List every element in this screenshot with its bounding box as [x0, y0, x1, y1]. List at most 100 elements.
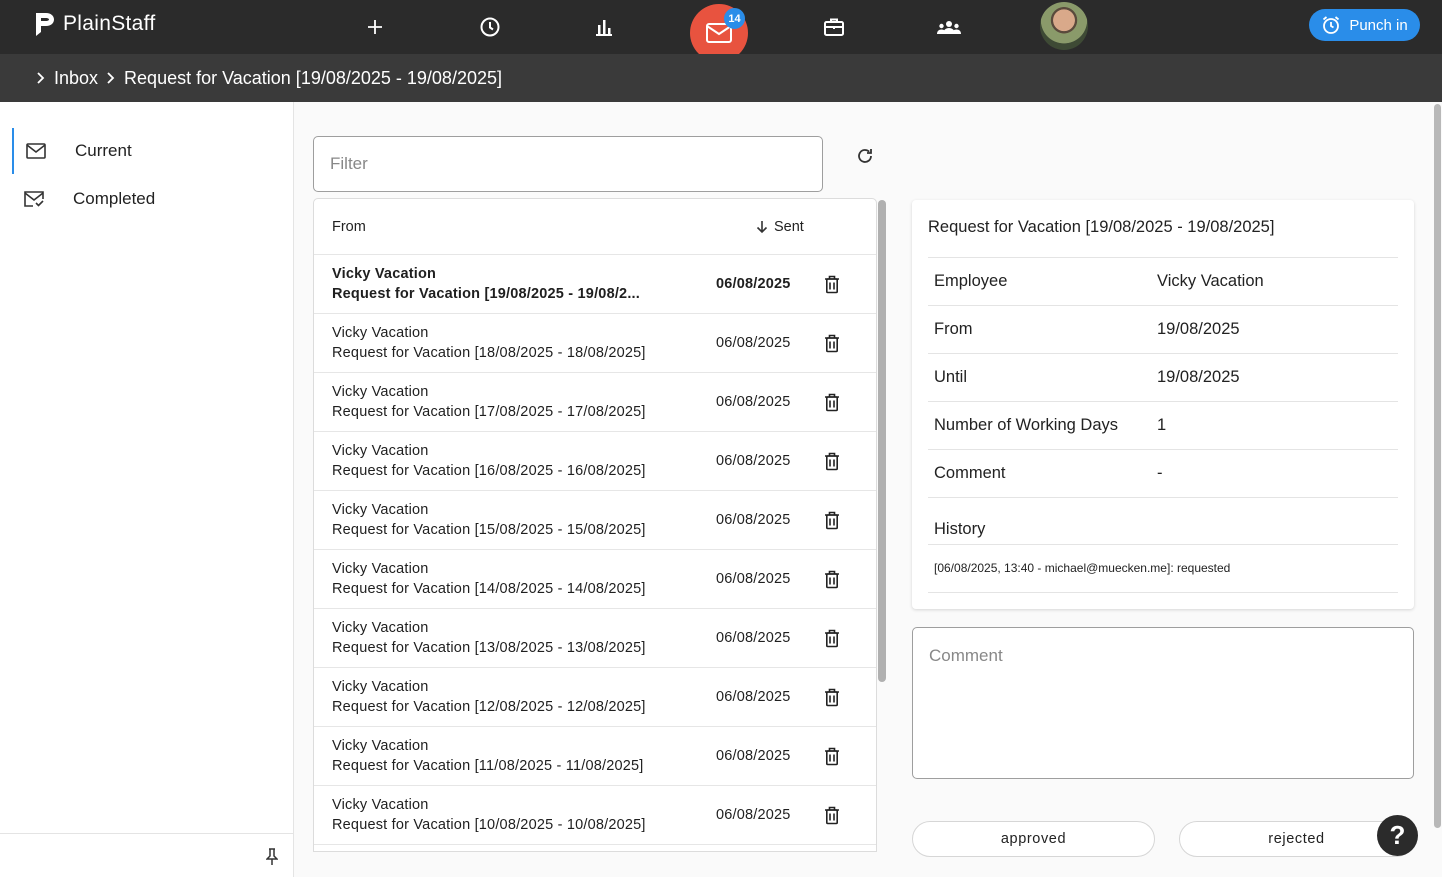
sidebar-footer	[0, 833, 294, 877]
top-navigation-bar: PlainStaff 14 Punch in	[0, 0, 1442, 74]
field-value: 1	[1157, 416, 1167, 434]
team-icon[interactable]	[934, 12, 964, 42]
table-row[interactable]: Vicky Vacation Request for Vacation [19/0…	[314, 255, 876, 314]
row-text: Vicky Vacation Request for Vacation [18/0…	[314, 323, 716, 363]
table-row[interactable]: Vicky Vacation Request for Vacation [11/0…	[314, 727, 876, 786]
field-label: Until	[934, 368, 968, 386]
app-logo[interactable]: PlainStaff	[33, 10, 156, 38]
row-text: Vicky Vacation Request for Vacation [14/0…	[314, 559, 716, 599]
envelope-check-icon	[22, 187, 46, 211]
punch-in-button[interactable]: Punch in	[1309, 9, 1420, 41]
table-row[interactable]: Vicky Vacation Request for Vacation [17/0…	[314, 373, 876, 432]
field-label: Number of Working Days	[934, 416, 1119, 434]
list-header: From Sent	[314, 199, 876, 255]
column-header-from[interactable]: From	[314, 219, 726, 235]
row-sender: Vicky Vacation	[332, 502, 429, 518]
sidebar: Current Completed	[0, 102, 294, 877]
comment-textarea[interactable]	[912, 627, 1414, 779]
trash-icon[interactable]	[816, 511, 876, 530]
row-subject: Request for Vacation [10/08/2025 - 10/08…	[332, 817, 646, 833]
history-entry: [06/08/2025, 13:40 - michael@muecken.me]…	[928, 544, 1398, 591]
field-label: Comment	[934, 464, 1006, 482]
row-subject: Request for Vacation [14/08/2025 - 14/08…	[332, 581, 646, 597]
filter-input[interactable]	[313, 136, 823, 192]
field-label: From	[934, 320, 973, 338]
row-sender: Vicky Vacation	[332, 325, 429, 341]
history-heading: History	[934, 520, 986, 538]
alarm-clock-icon	[1323, 16, 1340, 34]
help-button[interactable]: ?	[1377, 815, 1418, 856]
row-date: 06/08/2025	[716, 512, 791, 528]
trash-icon[interactable]	[816, 747, 876, 766]
row-subject: Request for Vacation [16/08/2025 - 16/08…	[332, 463, 646, 479]
approve-button[interactable]: approved	[912, 821, 1155, 857]
breadcrumb-current: Request for Vacation [19/08/2025 - 19/08…	[124, 67, 502, 88]
detail-title: Request for Vacation [19/08/2025 - 19/08…	[928, 218, 1275, 236]
sidebar-item-completed[interactable]: Completed	[12, 176, 294, 222]
field-value: -	[1157, 464, 1163, 482]
table-row[interactable]: Vicky Vacation Request for Vacation [18/0…	[314, 314, 876, 373]
trash-icon[interactable]	[816, 452, 876, 471]
envelope-icon	[24, 139, 48, 163]
divider	[928, 592, 1398, 593]
row-date: 06/08/2025	[716, 630, 791, 646]
chevron-right-icon	[106, 71, 116, 85]
table-row[interactable]: Vicky Vacation Request for Vacation [13/0…	[314, 609, 876, 668]
column-header-sent[interactable]: Sent	[726, 219, 876, 235]
trash-icon[interactable]	[816, 629, 876, 648]
row-date: 06/08/2025	[716, 748, 791, 764]
message-rows: Vicky Vacation Request for Vacation [19/0…	[314, 255, 876, 845]
table-row[interactable]: Vicky Vacation Request for Vacation [12/0…	[314, 668, 876, 727]
row-text: Vicky Vacation Request for Vacation [10/0…	[314, 795, 716, 835]
app-name: PlainStaff	[63, 12, 156, 35]
row-text: Vicky Vacation Request for Vacation [17/0…	[314, 382, 716, 422]
row-date: 06/08/2025	[716, 689, 791, 705]
row-text: Vicky Vacation Request for Vacation [19/0…	[314, 264, 716, 304]
row-text: Vicky Vacation Request for Vacation [16/0…	[314, 441, 716, 481]
page-scrollbar[interactable]	[1434, 104, 1441, 828]
trash-icon[interactable]	[816, 688, 876, 707]
breadcrumb: Inbox Request for Vacation [19/08/2025 -…	[0, 54, 1442, 102]
trash-icon[interactable]	[816, 806, 876, 825]
breadcrumb-inbox[interactable]: Inbox	[54, 68, 98, 89]
table-row[interactable]: Vicky Vacation Request for Vacation [10/0…	[314, 786, 876, 845]
table-row[interactable]: Vicky Vacation Request for Vacation [15/0…	[314, 491, 876, 550]
field-value: Vicky Vacation	[1157, 272, 1264, 290]
sidebar-item-label: Current	[75, 141, 132, 160]
refresh-icon[interactable]	[852, 143, 878, 169]
row-sender: Vicky Vacation	[332, 561, 429, 577]
row-date: 06/08/2025	[716, 453, 791, 469]
table-row[interactable]: Vicky Vacation Request for Vacation [14/0…	[314, 550, 876, 609]
chevron-right-icon	[36, 71, 46, 85]
row-subject: Request for Vacation [18/08/2025 - 18/08…	[332, 345, 646, 361]
row-date: 06/08/2025	[716, 335, 791, 351]
row-date: 06/08/2025	[716, 276, 791, 292]
row-sender: Vicky Vacation	[332, 266, 437, 282]
pin-icon[interactable]	[265, 848, 279, 871]
row-sender: Vicky Vacation	[332, 679, 429, 695]
sent-label: Sent	[774, 218, 804, 235]
clock-icon[interactable]	[475, 12, 505, 42]
sidebar-item-label: Completed	[73, 189, 156, 208]
plus-icon[interactable]	[360, 12, 390, 42]
field-value: 19/08/2025	[1157, 320, 1240, 338]
user-avatar[interactable]	[1040, 2, 1088, 50]
detail-row-employee: Employee Vicky Vacation	[928, 257, 1398, 305]
table-row[interactable]: Vicky Vacation Request for Vacation [16/0…	[314, 432, 876, 491]
trash-icon[interactable]	[816, 393, 876, 412]
list-scrollbar[interactable]	[878, 200, 886, 682]
trash-icon[interactable]	[816, 334, 876, 353]
row-subject: Request for Vacation [19/08/2025 - 19/08…	[332, 286, 641, 302]
trash-icon[interactable]	[816, 570, 876, 589]
bar-chart-icon[interactable]	[589, 12, 619, 42]
row-text: Vicky Vacation Request for Vacation [11/0…	[314, 736, 716, 776]
arrow-down-icon	[756, 220, 768, 233]
briefcase-icon[interactable]	[819, 12, 849, 42]
request-detail-card: Request for Vacation [19/08/2025 - 19/08…	[912, 200, 1414, 609]
sidebar-item-current[interactable]: Current	[12, 128, 294, 174]
trash-icon[interactable]	[816, 275, 876, 294]
detail-row-working-days: Number of Working Days 1	[928, 401, 1398, 449]
row-text: Vicky Vacation Request for Vacation [15/0…	[314, 500, 716, 540]
detail-row-from: From 19/08/2025	[928, 305, 1398, 353]
unread-count-badge: 14	[724, 8, 745, 29]
